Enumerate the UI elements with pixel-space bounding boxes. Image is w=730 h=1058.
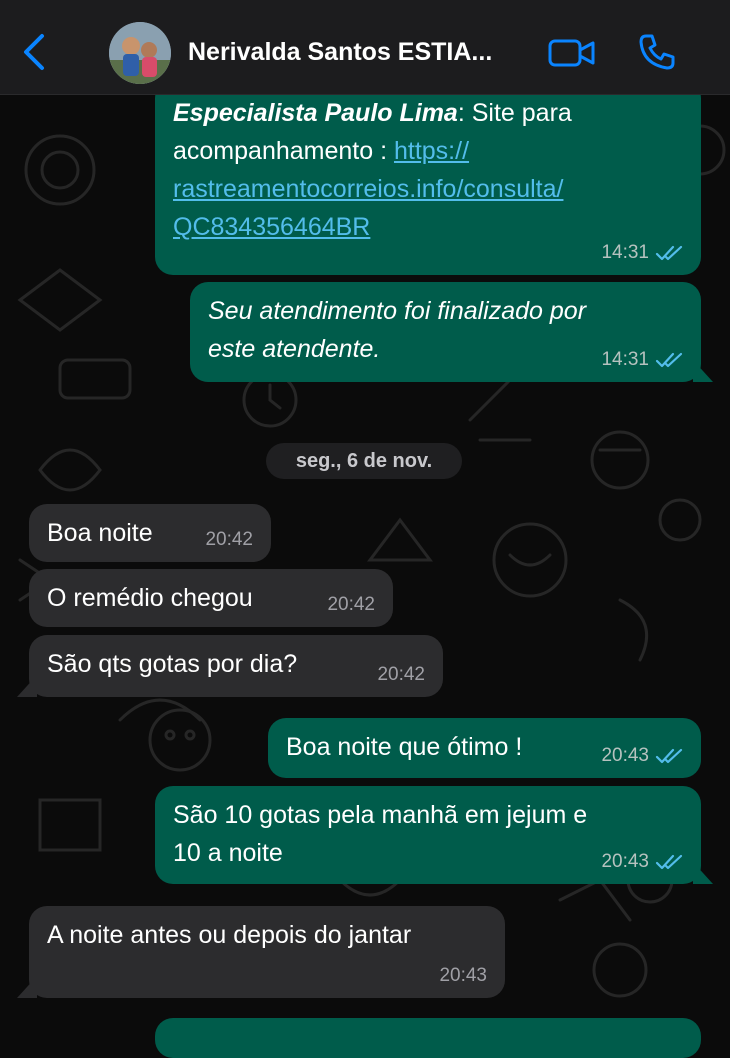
message-text: Seu atendimento foi finalizado por: [208, 297, 587, 325]
chat-messages: Especialista Paulo Lima: Site para acomp…: [0, 80, 730, 1058]
video-camera-icon: [548, 39, 595, 67]
double-check-icon: [655, 352, 683, 368]
message-bubble-outgoing[interactable]: São 10 gotas pela manhã em jejum e 10 a …: [155, 786, 713, 884]
message-time: 14:31: [601, 349, 649, 370]
contact-name[interactable]: Nerivalda Santos ESTIA...: [188, 38, 528, 67]
back-button[interactable]: [16, 30, 56, 74]
message-bubble-outgoing[interactable]: Especialista Paulo Lima: Site para acomp…: [155, 80, 701, 275]
message-text: São 10 gotas pela manhã em jejum e: [173, 801, 588, 829]
message-sender-label: Especialista Paulo Lima: [173, 99, 458, 127]
chevron-left-icon: [24, 34, 44, 70]
tracking-link[interactable]: rastreamentocorreios.info/consulta/: [173, 175, 563, 203]
avatar[interactable]: [109, 22, 171, 84]
message-text: acompanhamento :: [173, 137, 394, 165]
double-check-icon: [655, 748, 683, 764]
date-divider: seg., 6 de nov.: [266, 443, 462, 479]
chat-header: Nerivalda Santos ESTIA...: [0, 0, 730, 95]
tracking-link[interactable]: QC834356464BR: [173, 213, 370, 241]
message-time: 20:42: [377, 664, 425, 685]
avatar-image: [109, 22, 171, 84]
message-bubble-outgoing[interactable]: [155, 1018, 701, 1058]
message-bubble-incoming[interactable]: A noite antes ou depois do jantar 20:43: [17, 906, 505, 998]
double-check-icon: [655, 245, 683, 261]
voice-call-button[interactable]: [637, 32, 677, 72]
message-time: 20:42: [327, 594, 375, 615]
message-time: 20:43: [601, 745, 649, 766]
phone-icon: [639, 34, 675, 70]
message-time: 20:43: [601, 851, 649, 872]
message-text: O remédio chegou: [47, 584, 253, 612]
message-time: 20:43: [439, 965, 487, 986]
double-check-icon: [655, 854, 683, 870]
message-bubble-outgoing[interactable]: Boa noite que ótimo ! 20:43: [268, 718, 701, 778]
message-bubble-incoming[interactable]: São qts gotas por dia? 20:42: [17, 635, 443, 697]
message-bubble-outgoing[interactable]: Seu atendimento foi finalizado por este …: [190, 282, 713, 382]
message-time: 14:31: [601, 242, 649, 263]
message-text: São qts gotas por dia?: [47, 650, 298, 678]
tracking-link[interactable]: https://: [394, 137, 469, 165]
message-text: A noite antes ou depois do jantar: [47, 921, 412, 949]
message-text: : Site para: [457, 99, 572, 127]
video-call-button[interactable]: [547, 34, 597, 72]
message-bubble-incoming[interactable]: O remédio chegou 20:42: [29, 569, 393, 627]
message-time: 20:42: [205, 529, 253, 550]
message-bubble-incoming[interactable]: Boa noite 20:42: [29, 504, 271, 562]
